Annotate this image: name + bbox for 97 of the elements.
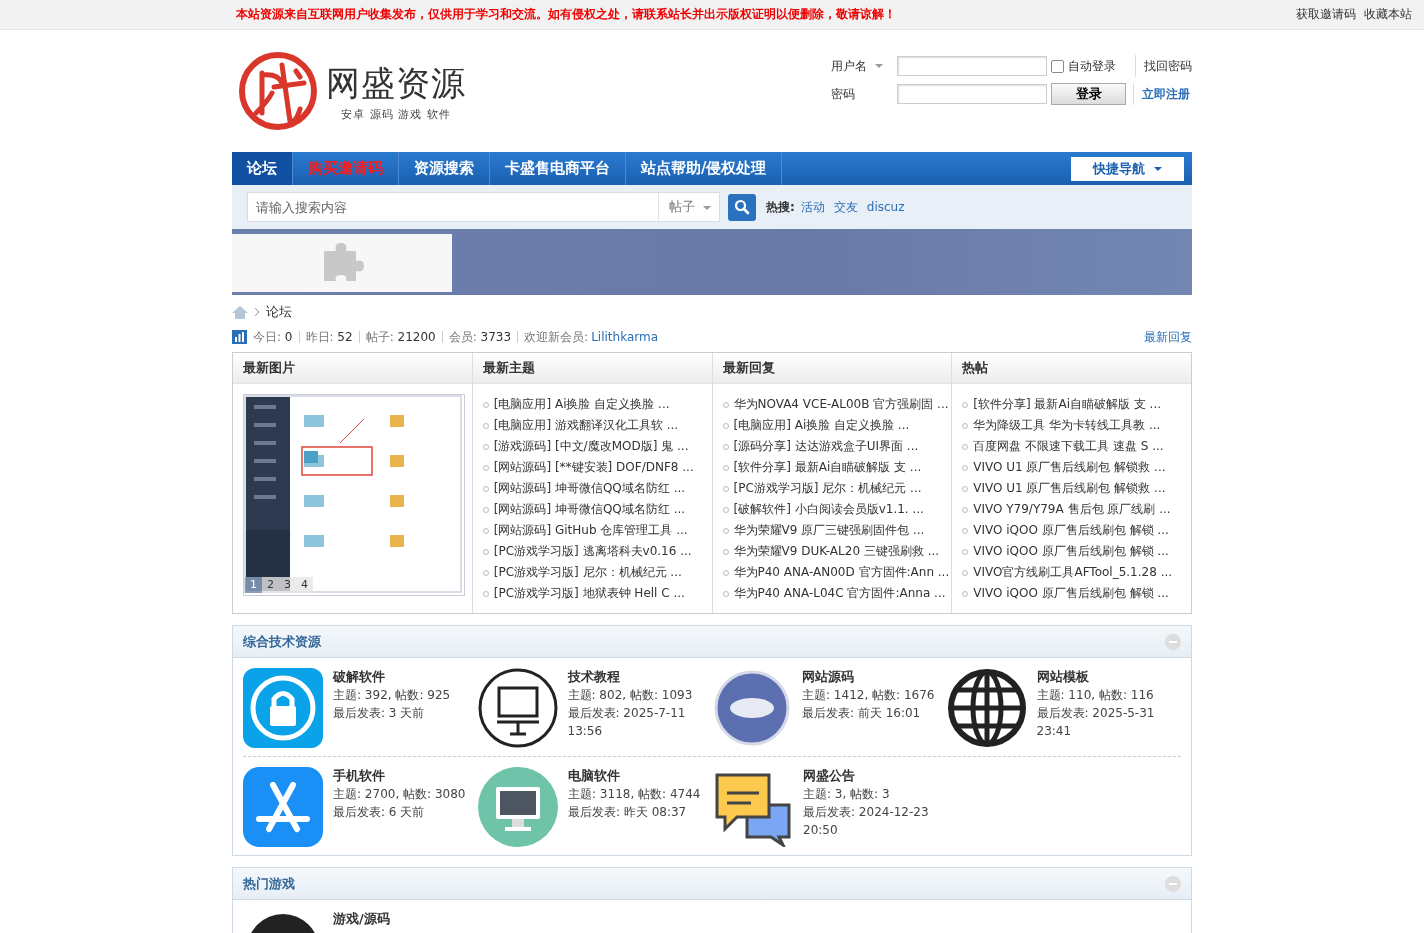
nav-tab[interactable]: 论坛: [232, 152, 293, 185]
caret-icon: [874, 64, 883, 68]
thread-link[interactable]: [PC游戏学习版] 尼尔：机械纪元 ...: [493, 564, 682, 581]
top-link[interactable]: 收藏本站: [1364, 6, 1412, 23]
forum-last-post: 最后发表: 6 天前: [333, 804, 426, 821]
stat-text: 昨日: 52: [305, 328, 353, 346]
forum-last-post: 最后发表: 3 天前: [333, 705, 426, 722]
auto-login-label: 自动登录: [1068, 57, 1116, 75]
password-label: 密码: [831, 85, 856, 103]
thread-link[interactable]: [PC游戏学习版] 地狱表钟 Hell C ...: [493, 585, 685, 602]
thread-link[interactable]: 华为降级工具 华为卡转线工具教 ...: [973, 417, 1161, 434]
forum-name[interactable]: 网站模板: [1036, 668, 1172, 686]
logo-subtitle: 安卓 源码 游戏 软件: [341, 106, 451, 122]
thread-link[interactable]: 百度网盘 不限速下载工具 速盘 S ...: [973, 438, 1164, 455]
thread-link[interactable]: VIVO iQOO 原厂售后线刷包 解锁 ...: [973, 543, 1169, 560]
stat-text: 帖子: 21200: [365, 328, 436, 346]
monitor-icon[interactable]: [477, 668, 558, 748]
forum-name[interactable]: 电脑软件: [568, 767, 703, 785]
thread-link[interactable]: [电脑应用] 游戏翻译汉化工具软 ...: [493, 417, 679, 434]
hot-search-link[interactable]: 活动: [800, 198, 825, 216]
thread-link[interactable]: [PC游戏学习版] 尼尔：机械纪元 ...: [733, 480, 922, 497]
thread-link[interactable]: [网站源码] 坤哥微信QQ域名防红 ...: [493, 480, 686, 497]
lock-icon[interactable]: [243, 668, 323, 748]
app-store-icon[interactable]: [243, 767, 323, 847]
thread-link[interactable]: VIVO U1 原厂售后线刷包 解锁救 ...: [973, 459, 1166, 476]
search-icon: [734, 199, 750, 215]
latest-reply-link[interactable]: 最新回复: [1144, 328, 1192, 346]
pager-button[interactable]: 2: [262, 577, 279, 593]
thread-link[interactable]: VIVO U1 原厂售后线刷包 解锁救 ...: [973, 480, 1166, 497]
thread-link[interactable]: 华为P40 ANA-L04C 官方固件:Anna ...: [733, 585, 946, 602]
forum-counts: 主题: 3118, 帖数: 4744: [568, 786, 702, 803]
password-field[interactable]: [897, 84, 1047, 104]
notice-text: 本站资源来自互联网用户收集发布，仅供用于学习和交流。如有侵权之处，请联系站长并出示版权证明以便删除，敬请谅解！: [236, 6, 896, 23]
forum-counts: 主题: 3, 帖数: 3: [803, 786, 891, 803]
thread-link[interactable]: 华为NOVA4 VCE-AL00B 官方强刷固 ...: [733, 396, 949, 413]
thread-link[interactable]: [电脑应用] Ai换脸 自定义换脸 ...: [733, 417, 910, 434]
stat-text: 会员: 3733: [448, 328, 512, 346]
thread-link[interactable]: [网站源码] GitHub 仓库管理工具 ...: [493, 522, 688, 539]
login-button[interactable]: 登录: [1051, 83, 1126, 105]
thread-link[interactable]: 华为荣耀V9 DUK-AL20 三键强刷救 ...: [733, 543, 940, 560]
member-link[interactable]: Lilithkarma: [591, 330, 658, 344]
search-button[interactable]: [728, 193, 756, 221]
thread-link[interactable]: 华为P40 ANA-AN00D 官方固件:Ann ...: [733, 564, 950, 581]
forum-name[interactable]: 破解软件: [333, 668, 468, 686]
forum-counts: 主题: 1412, 帖数: 1676: [802, 687, 936, 704]
forum-last-post: 最后发表: 昨天 08:37: [568, 804, 688, 821]
thread-link[interactable]: VIVO Y79/Y79A 售后包 原厂线刷 ...: [973, 501, 1171, 518]
globe-icon[interactable]: [946, 668, 1027, 748]
forum-counts: 主题: 392, 帖数: 925: [333, 687, 452, 704]
forum-name[interactable]: 手机软件: [333, 767, 468, 785]
thread-link[interactable]: [网站源码] 坤哥微信QQ域名防红 ...: [493, 501, 686, 518]
thread-link[interactable]: [源码分享] 达达游戏盒子UI界面 ...: [733, 438, 919, 455]
pager-button[interactable]: 3: [279, 577, 296, 593]
thread-link[interactable]: VIVO iQOO 原厂售后线刷包 解锁 ...: [973, 585, 1169, 602]
thread-link[interactable]: VIVO iQOO 原厂售后线刷包 解锁 ...: [973, 522, 1169, 539]
thread-link[interactable]: [软件分享] 最新Ai自瞄破解版 支 ...: [733, 459, 922, 476]
top-link[interactable]: 获取邀请码: [1296, 6, 1356, 23]
username-field[interactable]: [897, 56, 1047, 76]
chevron-icon: [254, 307, 260, 317]
forum-last-post: 最后发表: 前天 16:01: [802, 705, 922, 722]
stat-text: 今日: 0: [253, 328, 293, 346]
forum-name[interactable]: 网站源码: [802, 668, 937, 686]
hot-search-label: 热搜:: [766, 198, 795, 216]
section-title[interactable]: 综合技术资源: [243, 632, 321, 651]
welcome-label: 欢迎新会员:: [524, 328, 589, 346]
thread-link[interactable]: [PC游戏学习版] 逃离塔科夫v0.16 ...: [493, 543, 692, 560]
thread-link[interactable]: [软件分享] 最新Ai自瞄破解版 支 ...: [973, 396, 1162, 413]
logo-title: 网盛资源: [326, 61, 466, 105]
thread-link[interactable]: [网站源码] [**键安装] DOF/DNF8 ...: [493, 459, 694, 476]
forum-counts: 主题: 2700, 帖数: 3080: [333, 786, 467, 803]
hot-search-link[interactable]: discuz: [866, 200, 905, 214]
forum-last-post: 最后发表: 2024-12-23 20:50: [803, 804, 930, 839]
forum-last-post: 最后发表: 2025-7-11 13:56: [567, 705, 687, 740]
section-title[interactable]: 热门游戏: [243, 874, 295, 893]
quick-nav-button[interactable]: 快捷导航: [1071, 156, 1184, 181]
forum-name[interactable]: 游戏/源码: [333, 910, 468, 928]
thread-link[interactable]: 华为荣耀V9 原厂三键强刷固件包 ...: [733, 522, 925, 539]
thread-link[interactable]: VIVO官方线刷工具AFTool_5.1.28 ...: [973, 564, 1173, 581]
desktop-icon[interactable]: [478, 767, 558, 847]
forum-counts: 主题: 802, 帖数: 1093: [567, 687, 694, 704]
register-link[interactable]: 立即注册: [1133, 83, 1190, 105]
forum-name[interactable]: 技术教程: [567, 668, 703, 686]
username-label[interactable]: 用户名: [831, 57, 897, 75]
forgot-password-link[interactable]: 找回密码: [1135, 55, 1192, 77]
forum-name[interactable]: 网盛公告: [803, 767, 938, 785]
auto-login-checkbox[interactable]: [1051, 59, 1064, 73]
hot-search-link[interactable]: 交友: [833, 198, 858, 216]
chart-icon: [232, 330, 247, 344]
thread-link[interactable]: [游戏源码] [中文/魔改MOD版] 鬼 ...: [493, 438, 689, 455]
search-field[interactable]: 请输入搜索内容 帖子: [247, 192, 720, 222]
search-type-dropdown[interactable]: 帖子: [658, 193, 719, 221]
thread-link[interactable]: [电脑应用] Ai换脸 自定义换脸 ...: [493, 396, 670, 413]
forum-counts: 主题: 110, 帖数: 116: [1036, 687, 1155, 704]
thread-link[interactable]: [破解软件] 小白阅读会员版v1.1. ...: [733, 501, 924, 518]
forum-last-post: 最后发表: 2025-5-31 23:41: [1036, 705, 1156, 740]
breadcrumb-link[interactable]: 论坛: [266, 303, 292, 321]
pager-button[interactable]: 4: [296, 577, 313, 593]
